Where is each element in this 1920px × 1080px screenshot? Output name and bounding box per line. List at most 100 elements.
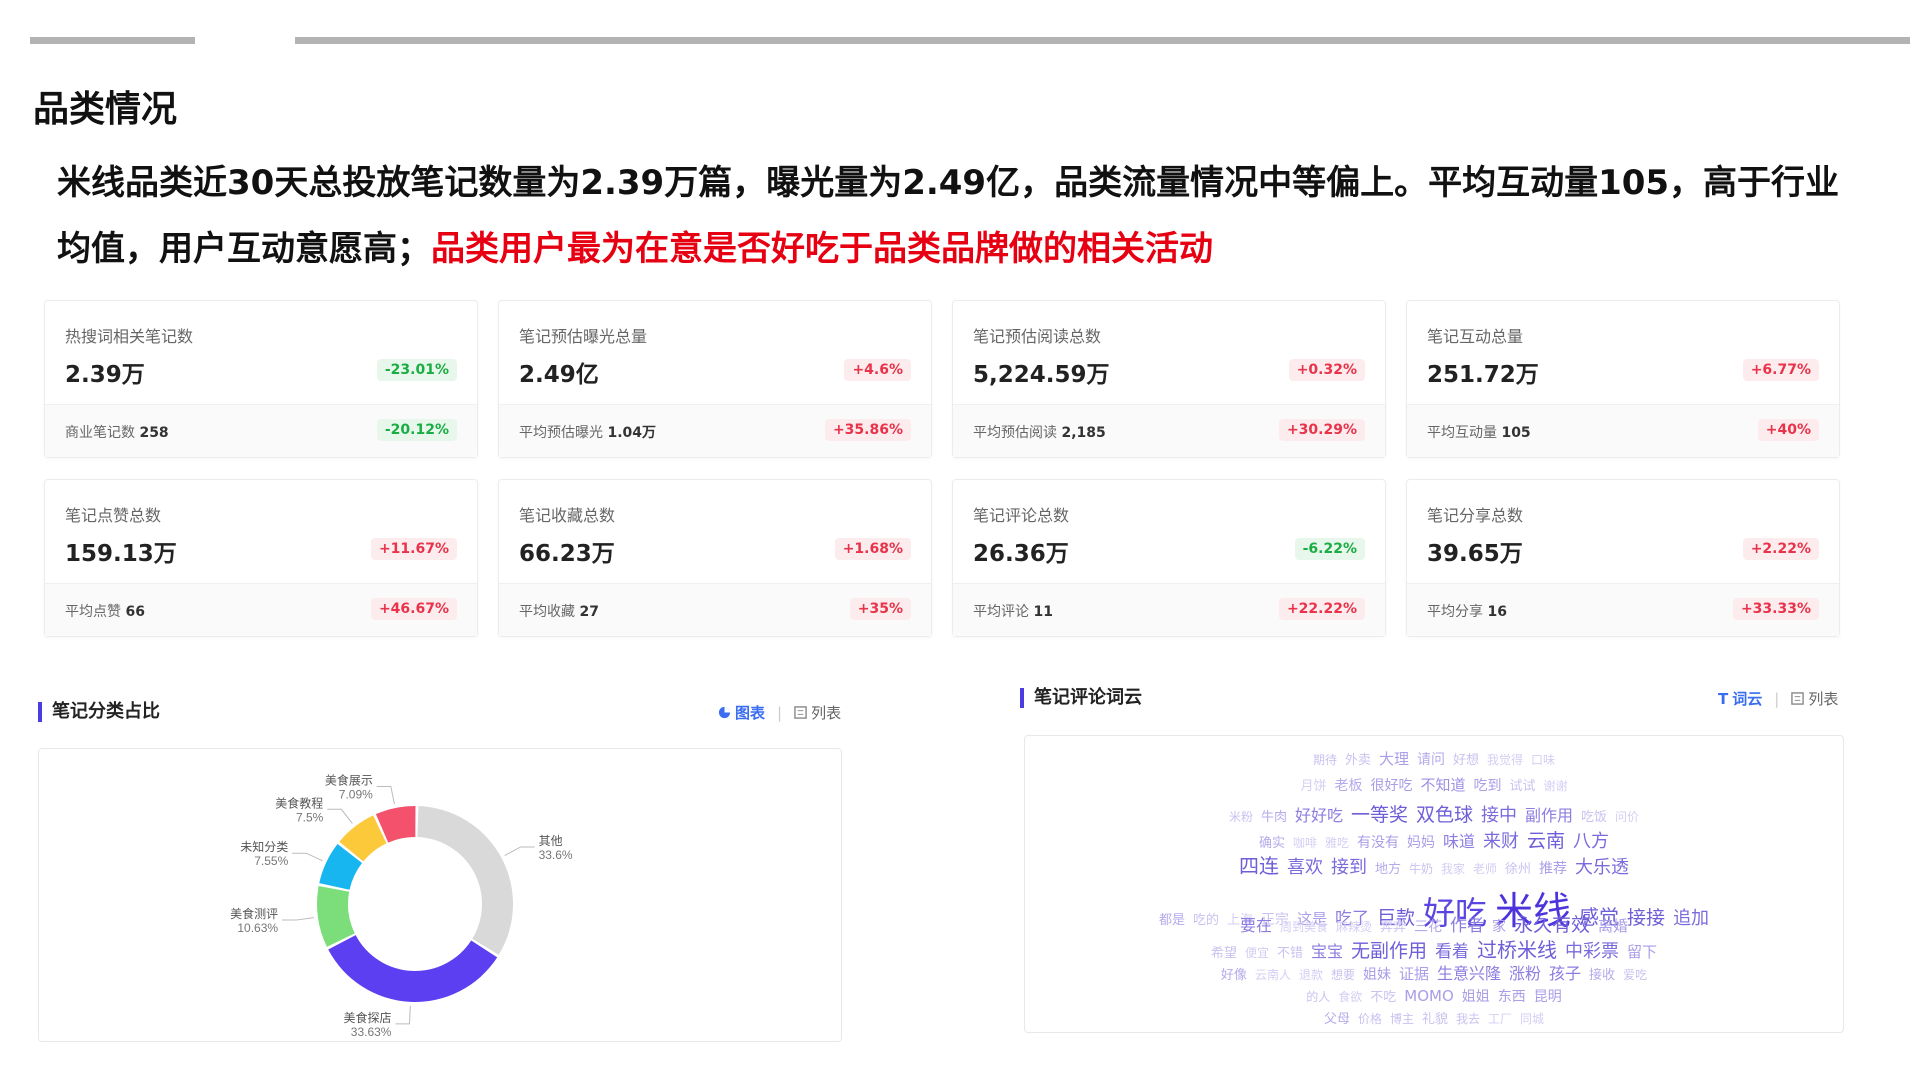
wordcloud-word[interactable]: 麻辣烫 [1336, 918, 1372, 935]
wordcloud-word[interactable]: 双色球 [1416, 800, 1473, 827]
wordcloud-word[interactable]: 妈妈 [1407, 832, 1435, 852]
kpi-footer-value: 16 [1487, 604, 1507, 620]
wordcloud-word[interactable]: 同城 [1520, 1010, 1544, 1027]
wordcloud-word[interactable]: 周到美食 [1280, 918, 1328, 935]
wordcloud-word[interactable]: 昆明 [1534, 986, 1562, 1006]
wordcloud-word[interactable]: 口味 [1531, 751, 1555, 768]
wordcloud-word[interactable]: 云南人 [1255, 966, 1291, 983]
wordcloud-word[interactable]: MOMO [1404, 987, 1454, 1005]
wordcloud-word[interactable]: 孩子 [1549, 960, 1581, 984]
wordcloud-word[interactable]: 要在 [1240, 912, 1272, 936]
wordcloud-word[interactable]: 爱吃 [1623, 966, 1647, 983]
wordcloud-word[interactable]: 接收 [1589, 964, 1615, 983]
donut-leader-line [327, 808, 353, 824]
wordcloud-word[interactable]: 奔奔 [1380, 916, 1406, 935]
wordcloud-word[interactable]: 期待 [1313, 751, 1337, 768]
list-view-tab[interactable]: 列表 [794, 702, 841, 723]
chart-view-tab[interactable]: 图表 [718, 702, 765, 723]
wordcloud-word[interactable]: 看着 [1435, 937, 1469, 962]
wordcloud-view-toggle: T 词云 | 列表 [1718, 688, 1838, 709]
cloud-view-tab[interactable]: T 词云 [1718, 688, 1762, 709]
wordcloud-word[interactable]: 一等奖 [1351, 800, 1408, 827]
wordcloud-word[interactable]: 永久有效 [1514, 910, 1590, 937]
wordcloud-word[interactable]: 无副作用 [1351, 936, 1427, 963]
wordcloud-word[interactable]: 不吃 [1370, 986, 1396, 1005]
wordcloud-word[interactable]: 雅吃 [1325, 834, 1349, 851]
wordcloud-word[interactable]: 我觉得 [1487, 751, 1523, 768]
donut-slice[interactable] [317, 886, 355, 947]
wordcloud-word[interactable]: 食欲 [1338, 988, 1362, 1005]
wordcloud-word[interactable]: 问价 [1615, 808, 1639, 825]
wordcloud-word[interactable]: 请问 [1417, 749, 1445, 769]
wordcloud-word[interactable]: 接中 [1481, 801, 1517, 827]
wordcloud-word[interactable]: 不知道 [1420, 774, 1465, 795]
donut-slice[interactable] [328, 935, 498, 1002]
wordcloud-word[interactable]: 试试 [1510, 775, 1536, 794]
wordcloud-word[interactable]: 好想 [1453, 749, 1479, 768]
wordcloud-word[interactable]: 大乐透 [1575, 853, 1629, 879]
wordcloud-word[interactable]: 牛奶 [1409, 860, 1433, 877]
wordcloud-word[interactable]: 米粉 [1229, 808, 1253, 825]
wordcloud-word[interactable]: 离婚 [1598, 915, 1628, 936]
wordcloud-word[interactable]: 想要 [1331, 966, 1355, 983]
wordcloud-word[interactable]: 谢谢 [1544, 777, 1568, 794]
wordcloud-word[interactable]: 姐妹 [1363, 964, 1391, 984]
wordcloud-word[interactable]: 退款 [1299, 966, 1323, 983]
donut-leader-line [282, 917, 314, 921]
wordcloud-word[interactable]: 味道 [1443, 828, 1475, 852]
kpi-footer-label: 平均分享 16 [1427, 604, 1507, 620]
wordcloud-word[interactable]: 姐姐 [1462, 986, 1490, 1006]
word-list-view-tab[interactable]: 列表 [1791, 688, 1838, 709]
category-donut-chart: 其他33.6% 美食探店33.63% 美食测评10.63% 未知分类7.55% 美食教程… [230, 772, 573, 1038]
wordcloud-word[interactable]: 父母 [1324, 1008, 1350, 1027]
wordcloud-word[interactable]: 不错 [1277, 942, 1303, 961]
wordcloud-word[interactable]: 好好吃 [1295, 802, 1343, 826]
wordcloud-word[interactable]: 吃到 [1474, 775, 1502, 795]
kpi-label: 笔记互动总量 [1427, 327, 1524, 346]
wordcloud-word[interactable]: 涨粉 [1509, 960, 1541, 984]
wordcloud-word[interactable]: 四连 [1239, 850, 1279, 879]
wordcloud-word[interactable]: 我去 [1456, 1010, 1480, 1027]
wordcloud-word[interactable]: 确实 [1259, 832, 1285, 851]
wordcloud-word[interactable]: 生意兴隆 [1437, 960, 1501, 984]
wordcloud-word[interactable]: 吃饭 [1581, 806, 1607, 825]
wordcloud-word[interactable]: 月饼 [1300, 775, 1326, 794]
wordcloud-word[interactable]: 喜欢 [1287, 853, 1323, 879]
wordcloud-word[interactable]: 过桥米线 [1477, 934, 1557, 963]
wordcloud-word[interactable]: 牛肉 [1261, 806, 1287, 825]
wordcloud-word[interactable]: 东西 [1498, 986, 1526, 1006]
wordcloud-word[interactable]: 副作用 [1525, 802, 1573, 826]
wordcloud-word[interactable]: 的人 [1306, 988, 1330, 1005]
wordcloud-word[interactable]: 好像 [1221, 964, 1247, 983]
wordcloud-word[interactable]: 礼貌 [1422, 1008, 1448, 1027]
wordcloud-word[interactable]: 徐州 [1505, 858, 1531, 877]
wordcloud-word[interactable]: 老板 [1334, 775, 1362, 795]
donut-slice-label: 美食探店 [343, 1010, 391, 1025]
wordcloud-word[interactable]: 有没有 [1357, 832, 1399, 852]
wordcloud-word[interactable]: 家 [1492, 916, 1506, 936]
wordcloud-word[interactable]: 宝宝 [1311, 938, 1343, 962]
kpi-value: 66.23万 [519, 541, 615, 567]
wordcloud-word[interactable]: 证据 [1399, 963, 1429, 984]
wordcloud-word[interactable]: 云南 [1527, 826, 1565, 853]
wordcloud-word[interactable]: 推荐 [1539, 858, 1567, 878]
wordcloud-word[interactable]: 接到 [1331, 853, 1367, 879]
kpi-footer: 平均评论 11 +22.22% [953, 583, 1385, 636]
wordcloud-word[interactable]: 博主 [1390, 1010, 1414, 1027]
wordcloud-word[interactable]: 留下 [1627, 941, 1657, 962]
wordcloud-word[interactable]: 我家 [1441, 860, 1465, 877]
wordcloud-word[interactable]: 老师 [1473, 860, 1497, 877]
wordcloud-word[interactable]: 外卖 [1345, 749, 1371, 768]
wordcloud-word[interactable]: 三花 [1414, 916, 1442, 936]
wordcloud-word[interactable]: 大理 [1379, 748, 1409, 769]
wordcloud-word[interactable]: 作者 [1450, 911, 1484, 936]
wordcloud-word[interactable]: 咖啡 [1293, 834, 1317, 851]
wordcloud-word[interactable]: 价格 [1358, 1010, 1382, 1027]
kpi-change-badge: +11.67% [370, 538, 457, 560]
donut-slice[interactable] [417, 806, 513, 955]
wordcloud-word[interactable]: 便宜 [1245, 944, 1269, 961]
wordcloud-word[interactable]: 工厂 [1488, 1010, 1512, 1027]
wordcloud-word[interactable]: 希望 [1211, 942, 1237, 961]
wordcloud-word[interactable]: 很好吃 [1370, 775, 1412, 795]
wordcloud-word[interactable]: 地方 [1375, 858, 1401, 877]
